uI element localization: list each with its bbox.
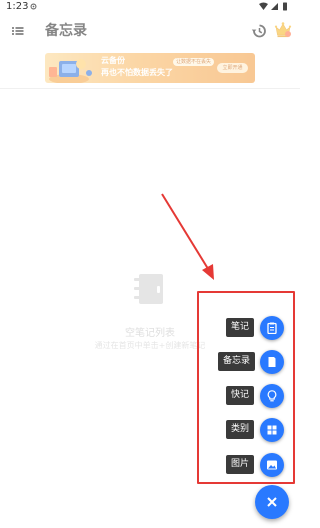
- wifi-icon: [259, 2, 268, 10]
- app-screen: 1:23 备忘录 云备份 再也不怕数据丢失了 让数据不在丢失 立即开通 空笔记列…: [0, 0, 300, 528]
- note-icon: [268, 357, 276, 367]
- fab-close-button[interactable]: [255, 485, 289, 519]
- fab-image-button[interactable]: [260, 453, 284, 477]
- fab-label-notes[interactable]: 笔记: [226, 318, 255, 337]
- signal-icon: [271, 3, 278, 10]
- image-icon: [267, 460, 277, 470]
- fab-memo-button[interactable]: [260, 350, 284, 374]
- fab-label-memo[interactable]: 备忘录: [218, 352, 256, 371]
- fab-notes-button[interactable]: [260, 316, 284, 340]
- grid-icon: [267, 425, 277, 435]
- status-icons: [259, 2, 287, 11]
- battery-icon: [283, 2, 287, 11]
- status-bar: 1:23: [0, 0, 300, 13]
- fab-label-quick-note[interactable]: 快记: [226, 386, 255, 405]
- fab-category-button[interactable]: [260, 418, 284, 442]
- close-icon: [267, 497, 277, 507]
- clipboard-icon: [267, 322, 277, 334]
- fab-label-category[interactable]: 类别: [226, 420, 255, 439]
- lightbulb-icon: [267, 390, 277, 402]
- status-time: 1:23: [6, 1, 29, 12]
- annotation-arrow: [161, 193, 214, 280]
- fab-quick-note-button[interactable]: [260, 384, 284, 408]
- settings-status-icon: [30, 3, 37, 10]
- fab-label-image[interactable]: 图片: [226, 455, 255, 474]
